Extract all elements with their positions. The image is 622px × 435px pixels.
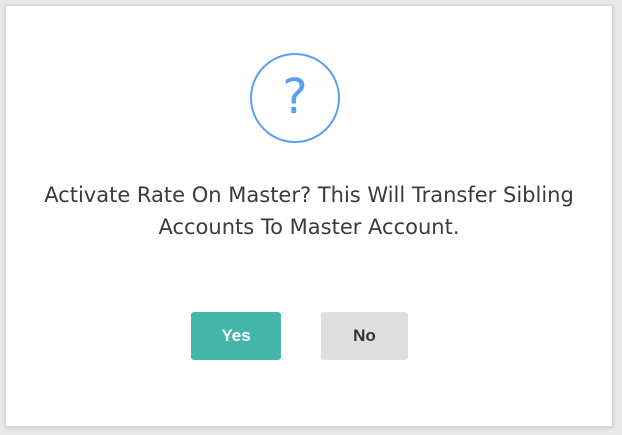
no-button[interactable]: No [321, 312, 408, 360]
yes-button[interactable]: Yes [191, 312, 281, 360]
question-mark-glyph: ? [282, 69, 308, 125]
question-mark-icon: ? [250, 53, 340, 143]
dialog-message: Activate Rate On Master? This Will Trans… [44, 183, 574, 239]
confirm-dialog: ? Activate Rate On Master? This Will Tra… [5, 5, 613, 427]
